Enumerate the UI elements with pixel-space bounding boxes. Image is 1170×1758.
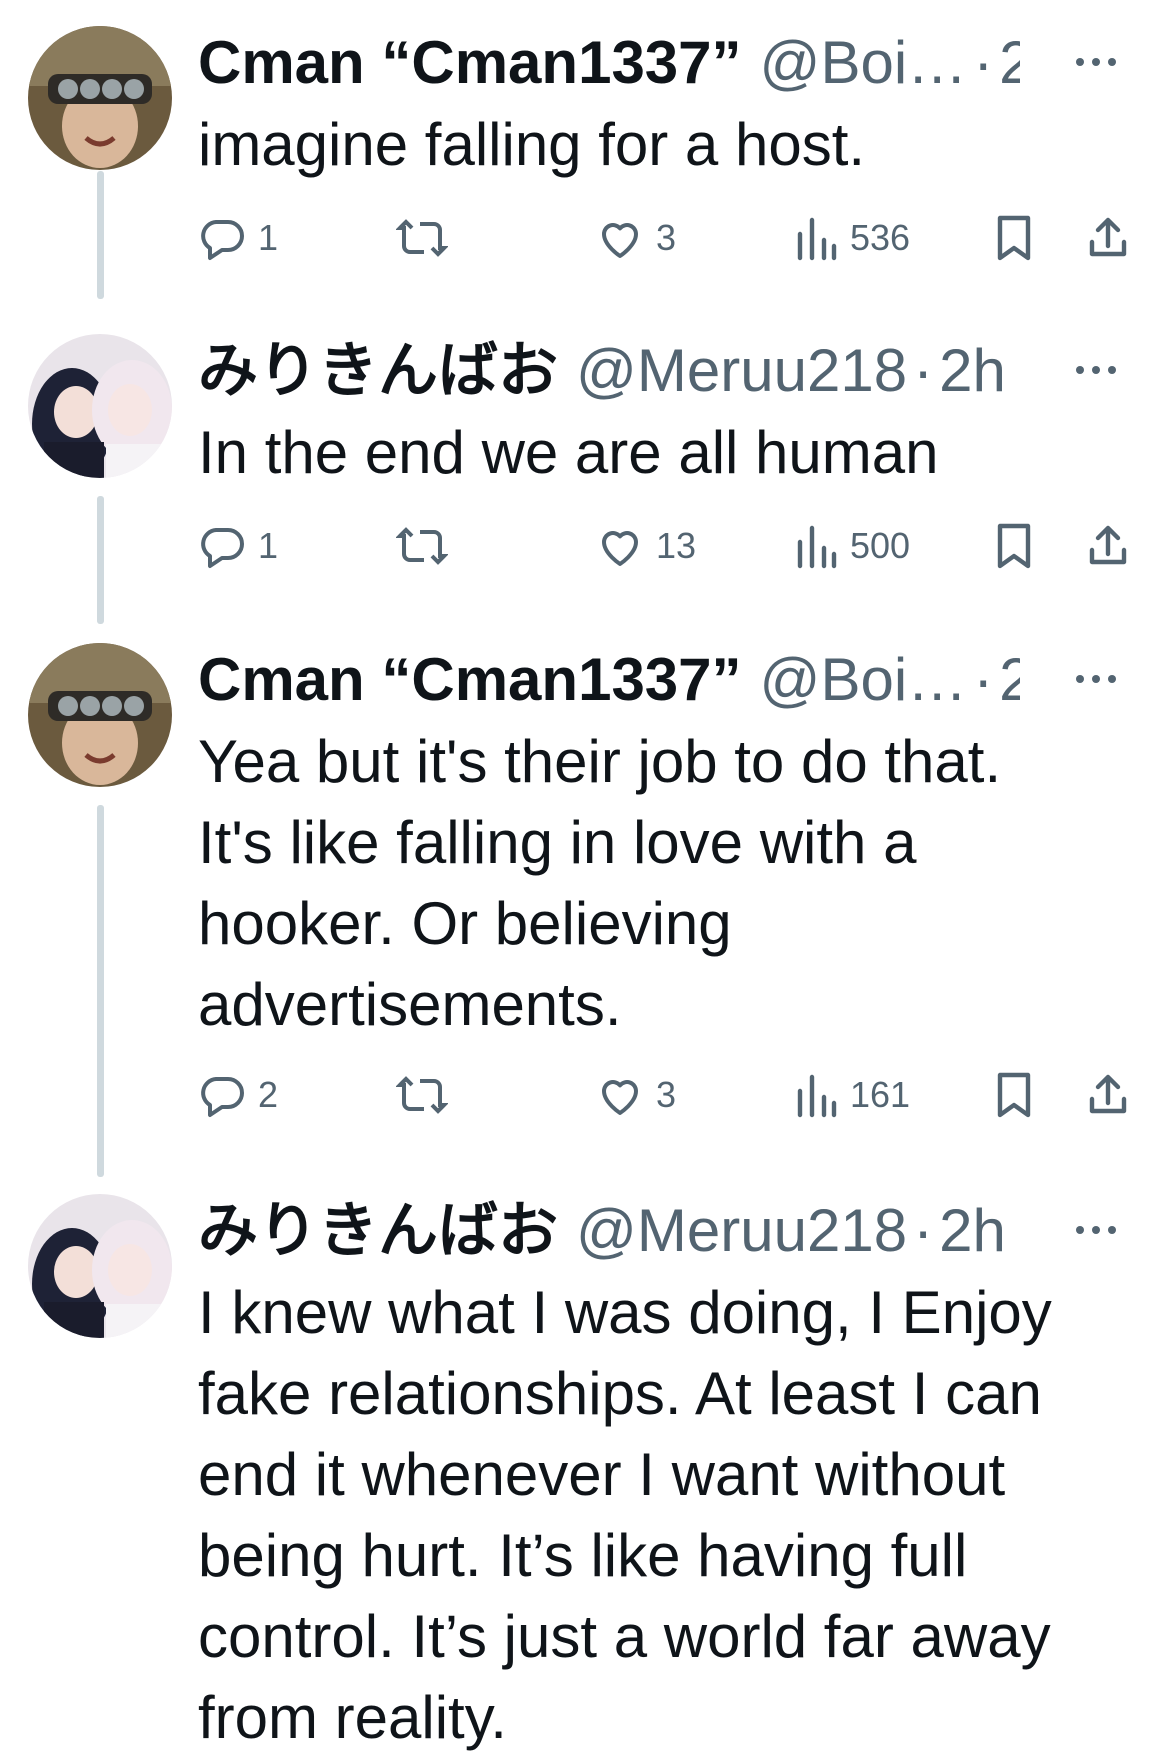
action-bar: 2 3 161: [198, 1065, 1130, 1125]
heart-icon: [602, 531, 638, 566]
like-count: 3: [656, 1074, 677, 1115]
tweet-text: Yea but it's their job to do that. It's …: [198, 728, 1002, 1038]
retweet-button[interactable]: [396, 1065, 448, 1125]
timestamp[interactable]: 2h: [939, 1196, 1006, 1266]
view-count: 500: [850, 525, 911, 566]
display-name[interactable]: Cman “Cman1337”: [198, 28, 742, 98]
views-icon: [797, 217, 837, 261]
view-count: 536: [850, 217, 911, 258]
reply-button[interactable]: 1: [198, 516, 278, 576]
separator: ·: [973, 29, 994, 96]
avatar[interactable]: [28, 26, 172, 170]
more-icon[interactable]: [1074, 360, 1118, 380]
retweet-icon: [396, 219, 448, 257]
separator: ·: [913, 1197, 934, 1264]
action-bar: 1 13 500: [198, 516, 1130, 576]
tweet-text: I knew what I was doing, I Enjoy fake re…: [198, 1279, 1052, 1751]
retweet-button[interactable]: [396, 516, 448, 576]
bookmark-button[interactable]: [994, 208, 1034, 268]
thread-line: [97, 805, 104, 1177]
more-icon[interactable]: [1074, 52, 1118, 72]
display-name[interactable]: Cman “Cman1337”: [198, 645, 742, 715]
more-icon[interactable]: [1074, 1220, 1118, 1240]
tweet-header: Cman “Cman1337” @Boi… · 2h: [198, 28, 1020, 98]
like-button[interactable]: 3: [596, 1065, 676, 1125]
user-handle[interactable]: @Meruu218: [576, 1196, 907, 1266]
retweet-icon: [396, 527, 448, 565]
user-handle[interactable]: @Boi…: [760, 28, 968, 98]
share-icon: [1089, 217, 1127, 257]
timestamp[interactable]: 2h: [999, 28, 1020, 98]
bookmark-icon: [997, 215, 1031, 261]
bookmark-button[interactable]: [994, 516, 1034, 576]
separator: ·: [913, 337, 934, 404]
reply-button[interactable]: 1: [198, 208, 278, 268]
bookmark-button[interactable]: [994, 1065, 1034, 1125]
action-bar: 1 3 536: [198, 208, 1130, 268]
timestamp[interactable]: 2h: [999, 645, 1020, 715]
reply-button[interactable]: 2: [198, 1065, 278, 1125]
avatar[interactable]: [28, 643, 172, 787]
reply-count: 1: [258, 525, 279, 566]
reply-count: 1: [258, 217, 279, 258]
tweet-header: みりきんばお @Meruu218 · 2h: [198, 1196, 1020, 1266]
timestamp[interactable]: 2h: [939, 336, 1006, 406]
bookmark-icon: [997, 523, 1031, 569]
like-count: 13: [656, 525, 697, 566]
more-icon[interactable]: [1074, 669, 1118, 689]
reply-count: 2: [258, 1074, 279, 1115]
share-button[interactable]: [1084, 1065, 1132, 1125]
views-button[interactable]: 161: [794, 1065, 910, 1125]
views-button[interactable]: 500: [794, 516, 910, 576]
reply-icon: [201, 528, 244, 568]
share-button[interactable]: [1084, 516, 1132, 576]
tweet-header: Cman “Cman1337” @Boi… · 2h: [198, 645, 1020, 715]
tweet-text: imagine falling for a host.: [198, 111, 866, 178]
tweet-header: みりきんばお @Meruu218 · 2h: [198, 336, 1020, 406]
like-button[interactable]: 3: [596, 208, 676, 268]
user-handle[interactable]: @Meruu218: [576, 336, 907, 406]
reply-icon: [201, 1077, 244, 1117]
share-icon: [1089, 1074, 1127, 1114]
display-name[interactable]: みりきんばお: [198, 1196, 558, 1266]
view-count: 161: [850, 1074, 911, 1115]
bookmark-icon: [997, 1072, 1031, 1118]
like-count: 3: [656, 217, 677, 258]
retweet-icon: [396, 1076, 448, 1114]
retweet-button[interactable]: [396, 208, 448, 268]
views-icon: [797, 525, 837, 569]
tweet-text: In the end we are all human: [198, 419, 939, 486]
heart-icon: [602, 223, 638, 258]
share-icon: [1089, 525, 1127, 565]
like-button[interactable]: 13: [596, 516, 696, 576]
user-handle[interactable]: @Boi…: [760, 645, 968, 715]
views-button[interactable]: 536: [794, 208, 910, 268]
display-name[interactable]: みりきんばお: [198, 336, 558, 406]
thread-line: [97, 171, 104, 299]
views-icon: [797, 1074, 837, 1118]
heart-icon: [602, 1080, 638, 1115]
avatar[interactable]: [28, 1194, 172, 1338]
avatar[interactable]: [28, 334, 172, 478]
share-button[interactable]: [1084, 208, 1132, 268]
thread-line: [97, 496, 104, 624]
separator: ·: [973, 646, 994, 713]
reply-icon: [201, 220, 244, 260]
